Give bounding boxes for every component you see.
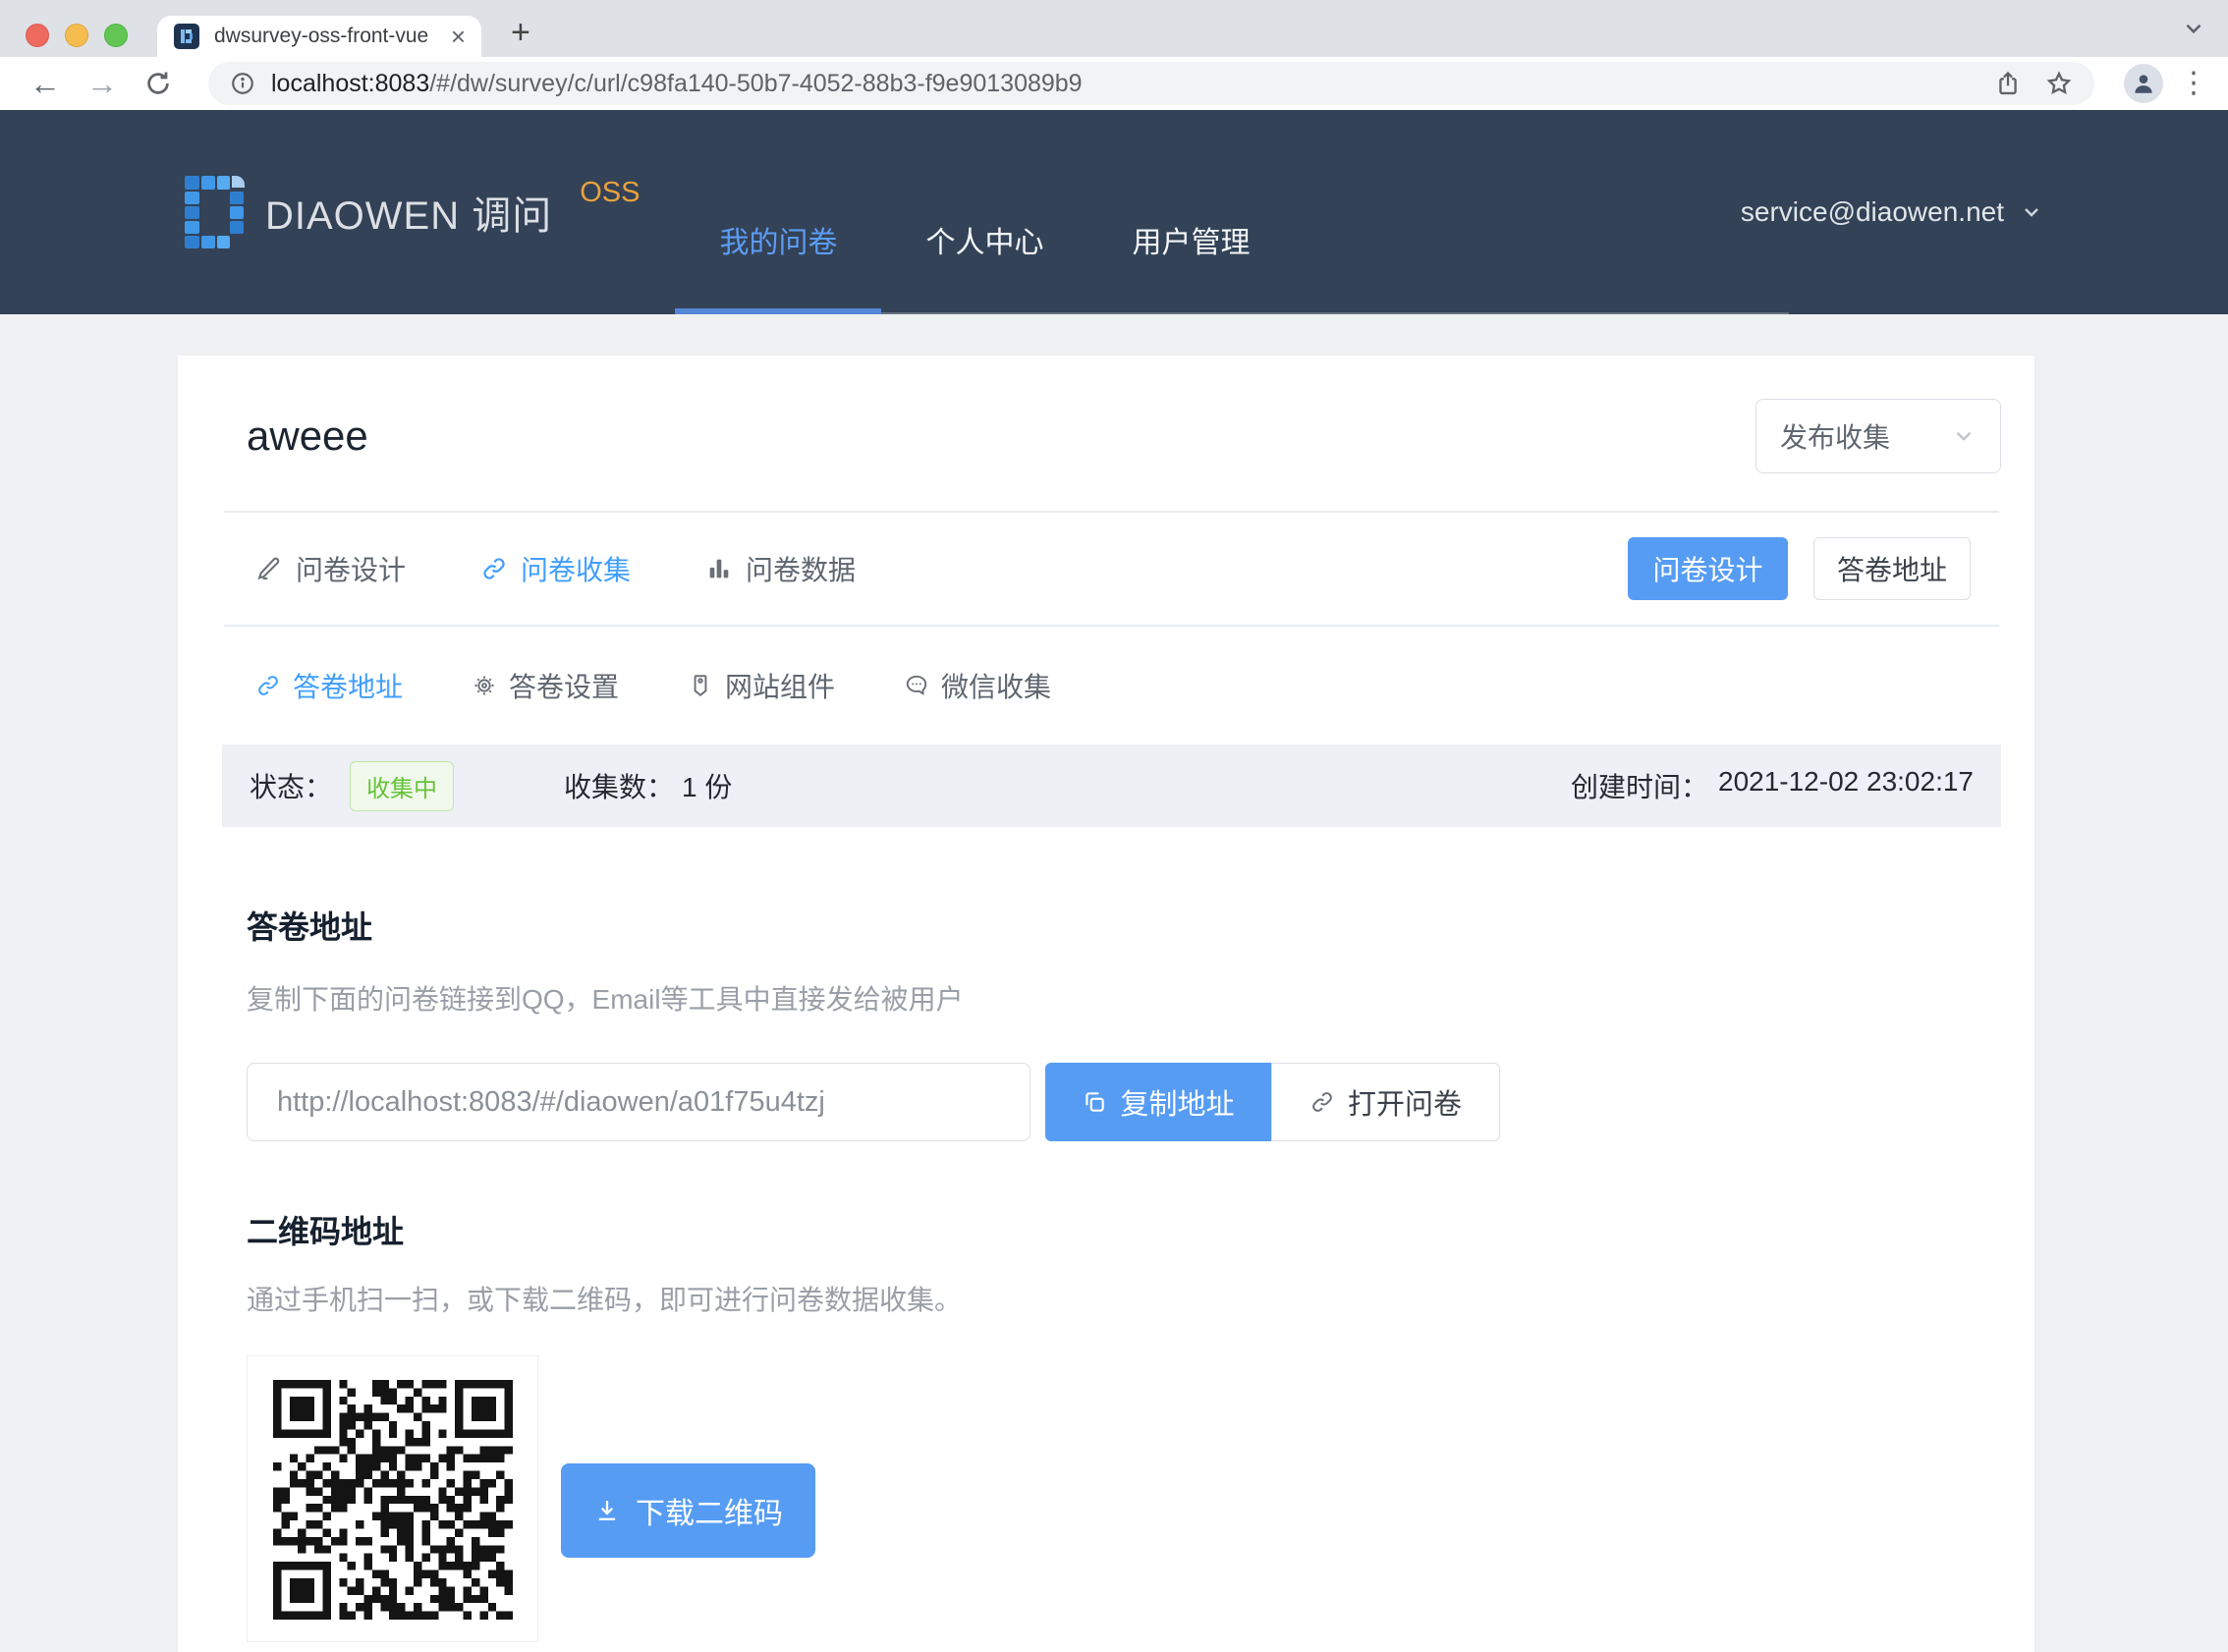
qr-code-section: 二维码地址 通过手机扫一扫，或下载二维码，即可进行问卷数据收集。 下载二维码 [178, 1212, 2034, 1642]
url-host: localhost:8083 [271, 70, 429, 97]
tab-survey-design[interactable]: 问卷设计 [255, 549, 406, 588]
answer-address-heading: 答卷地址 [247, 908, 2034, 947]
browser-toolbar: ← → localhost:8083/#/dw/survey/c/url/c98… [0, 57, 2228, 110]
collect-count-value: 1 份 [682, 766, 732, 805]
window-controls [26, 24, 128, 47]
tab-survey-data[interactable]: 问卷数据 [705, 549, 856, 588]
download-icon [593, 1497, 621, 1524]
app-header: DIAOWEN 调问 OSS 我的问卷 个人中心 用户管理 service@di… [0, 110, 2228, 314]
browser-profile-avatar[interactable] [2124, 64, 2163, 103]
new-tab-icon[interactable]: + [511, 14, 530, 52]
status-badge: 收集中 [350, 761, 454, 811]
window-close-button[interactable] [26, 24, 49, 47]
created-time-value: 2021-12-02 23:02:17 [1718, 766, 1974, 805]
bookmark-star-icon[interactable] [2045, 70, 2073, 97]
brand-name: DIAOWEN 调问 [265, 184, 552, 241]
download-qr-label: 下载二维码 [636, 1489, 783, 1532]
url-path: /#/dw/survey/c/url/c98fa140-50b7-4052-88… [429, 70, 1082, 97]
subtab-answer-address[interactable]: 答卷地址 [255, 666, 403, 705]
survey-title: aweee [247, 413, 368, 460]
bar-chart-icon [705, 555, 733, 582]
nav-item-my-surveys[interactable]: 我的问卷 [675, 110, 881, 312]
tab-close-icon[interactable]: × [451, 24, 466, 49]
browser-tab-strip: dwsurvey-oss-front-vue × + [0, 0, 2228, 57]
tab-title: dwsurvey-oss-front-vue [214, 25, 437, 48]
open-survey-button[interactable]: 打开问卷 [1271, 1063, 1500, 1141]
status-label: 状态： [250, 766, 332, 805]
answer-address-section: 答卷地址 复制下面的问卷链接到QQ，Email等工具中直接发给被用户 http:… [178, 908, 2034, 1141]
url-bar[interactable]: localhost:8083/#/dw/survey/c/url/c98fa14… [208, 62, 2094, 105]
url-text[interactable]: localhost:8083/#/dw/survey/c/url/c98fa14… [271, 70, 1083, 98]
tab-label: 问卷收集 [521, 549, 631, 588]
subtab-label: 网站组件 [725, 666, 835, 705]
link-icon [480, 555, 508, 582]
qr-desc: 通过手机扫一扫，或下载二维码，即可进行问卷数据收集。 [247, 1281, 2034, 1320]
window-zoom-button[interactable] [104, 24, 128, 47]
chat-bubble-icon [904, 673, 929, 698]
survey-tabs: 问卷设计 问卷收集 问卷数据 问卷设计 答卷地址 [178, 513, 2034, 625]
survey-card: aweee 发布收集 问卷设计 问卷 [178, 356, 2034, 1652]
tab-label: 问卷数据 [746, 549, 856, 588]
subtab-label: 答卷地址 [293, 666, 403, 705]
back-icon[interactable]: ← [29, 68, 61, 99]
publish-select-value: 发布收集 [1780, 416, 1890, 456]
survey-url-input[interactable]: http://localhost:8083/#/diaowen/a01f75u4… [247, 1063, 1030, 1141]
nav-item-user-management[interactable]: 用户管理 [1087, 110, 1294, 312]
qr-heading: 二维码地址 [247, 1212, 2034, 1251]
collect-subtabs: 答卷地址 答卷设置 网站组件 [178, 627, 2034, 744]
chevron-down-icon [2020, 200, 2043, 224]
reload-icon[interactable] [143, 69, 173, 98]
brand[interactable]: DIAOWEN 调问 OSS [183, 110, 640, 314]
answer-address-button[interactable]: 答卷地址 [1813, 537, 1971, 600]
main-nav: 我的问卷 个人中心 用户管理 [675, 110, 1789, 314]
pencil-icon [255, 555, 283, 582]
brand-badge: OSS [580, 177, 640, 209]
brand-logo-icon [183, 174, 246, 250]
copy-address-button[interactable]: 复制地址 [1045, 1063, 1271, 1141]
subtab-label: 微信收集 [941, 666, 1051, 705]
subtab-site-widget[interactable]: 网站组件 [688, 666, 835, 705]
copy-icon [1082, 1089, 1107, 1115]
link-icon [255, 673, 281, 698]
link-icon [1309, 1089, 1335, 1115]
user-menu[interactable]: service@diaowen.net [1741, 110, 2043, 314]
share-icon[interactable] [1994, 70, 2022, 97]
user-email: service@diaowen.net [1741, 196, 2004, 228]
tabstrip-chevron-down-icon[interactable] [2181, 16, 2206, 41]
gear-icon [472, 673, 497, 698]
subtab-answer-settings[interactable]: 答卷设置 [472, 666, 619, 705]
forward-icon[interactable]: → [86, 68, 118, 99]
subtab-label: 答卷设置 [509, 666, 619, 705]
browser-menu-icon[interactable]: ⋮ [2179, 75, 2208, 92]
tag-icon [688, 673, 713, 698]
tab-label: 问卷设计 [296, 549, 406, 588]
page-background: aweee 发布收集 问卷设计 问卷 [0, 314, 2228, 1652]
publish-collect-select[interactable]: 发布收集 [1755, 399, 2001, 473]
subtab-wechat-collect[interactable]: 微信收集 [904, 666, 1051, 705]
copy-address-label: 复制地址 [1120, 1081, 1234, 1123]
select-chevron-icon [1951, 423, 1977, 449]
nav-item-personal-center[interactable]: 个人中心 [881, 110, 1087, 312]
info-icon[interactable] [230, 71, 255, 96]
collect-count-label: 收集数： [564, 766, 674, 805]
window-minimize-button[interactable] [65, 24, 88, 47]
open-survey-label: 打开问卷 [1348, 1081, 1462, 1123]
tab-survey-collect[interactable]: 问卷收集 [480, 549, 631, 588]
survey-design-button[interactable]: 问卷设计 [1628, 537, 1788, 600]
answer-address-desc: 复制下面的问卷链接到QQ，Email等工具中直接发给被用户 [247, 980, 2034, 1019]
download-qr-button[interactable]: 下载二维码 [561, 1463, 815, 1558]
status-bar: 状态： 收集中 收集数： 1 份 创建时间： 2021-12-02 23:02:… [222, 744, 2001, 827]
browser-tab[interactable]: dwsurvey-oss-front-vue × [157, 16, 481, 57]
qr-code [247, 1355, 538, 1642]
favicon-icon [173, 23, 200, 50]
created-time-label: 创建时间： [1571, 766, 1708, 805]
created-time: 创建时间： 2021-12-02 23:02:17 [1571, 766, 1974, 805]
